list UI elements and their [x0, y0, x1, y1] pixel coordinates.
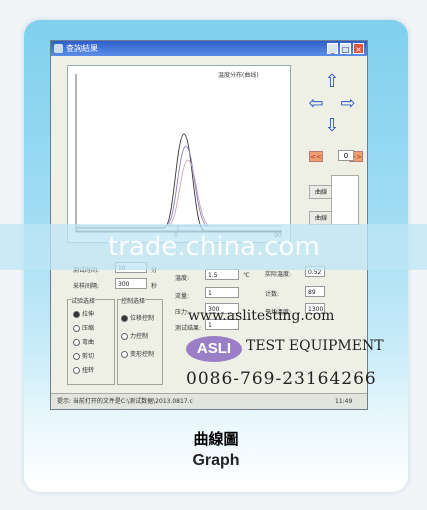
- test-type-title: 试验选择: [71, 296, 96, 305]
- status-text: 提示: 当前打开的文件是C:\测试数据\2013.0817.c: [57, 398, 193, 405]
- minimize-button[interactable]: _: [327, 43, 338, 54]
- param-field-2[interactable]: 300: [115, 278, 147, 289]
- control-type-group: [117, 299, 163, 385]
- caption-chinese: 曲線圖: [193, 430, 239, 448]
- radio-control-1[interactable]: 位移控制: [121, 313, 154, 322]
- speed-value: 0: [338, 150, 354, 161]
- radio-test-1[interactable]: 拉伸: [73, 309, 94, 318]
- app-icon: [54, 44, 63, 53]
- reading-label-1: 实际温度:: [265, 271, 292, 278]
- radio-control-3[interactable]: 变形控制: [121, 349, 154, 358]
- reading-field-2: 89: [305, 286, 325, 297]
- curve-outer: [76, 133, 282, 232]
- radio-test-2[interactable]: 压缩: [73, 323, 94, 332]
- param-label-2: 采样间隔:: [73, 283, 100, 290]
- status-bar: 提示: 当前打开的文件是C:\测试数据\2013.0817.c 11:49: [51, 393, 367, 409]
- close-button[interactable]: ×: [353, 43, 364, 54]
- radio-test-4[interactable]: 剪切: [73, 351, 94, 360]
- pressure-label: 压力:: [175, 309, 190, 316]
- control-type-title: 控制选择: [121, 296, 146, 305]
- maximize-button[interactable]: □: [340, 43, 351, 54]
- arrow-right-icon[interactable]: ⇨: [339, 93, 357, 114]
- graph-button-2[interactable]: 曲線: [309, 211, 333, 225]
- flow-field[interactable]: 1: [205, 287, 239, 298]
- arrow-down-icon[interactable]: ⇩: [323, 115, 341, 136]
- radio-control-2[interactable]: 力控制: [121, 331, 148, 340]
- graph-button-1[interactable]: 曲線: [309, 185, 333, 199]
- caption-english: Graph: [192, 452, 240, 469]
- company-logo: ASLI: [186, 336, 242, 362]
- param-unit-2: 秒: [151, 283, 158, 290]
- status-time: 11:49: [335, 398, 353, 405]
- speed-decrease-button[interactable]: <<: [309, 151, 323, 162]
- curve-middle: [76, 145, 282, 227]
- reading-label-2: 计数:: [265, 291, 280, 298]
- result-label: 测试结果:: [175, 325, 202, 332]
- window-title: 查詢結果: [66, 44, 98, 53]
- preview-box: [331, 175, 359, 225]
- company-url: www.aslitesting.com: [188, 308, 335, 324]
- radio-test-5[interactable]: 扭转: [73, 365, 94, 374]
- radio-test-3[interactable]: 弯曲: [73, 337, 94, 346]
- temp-field[interactable]: 1.5: [205, 269, 239, 280]
- flow-label: 流量:: [175, 293, 190, 300]
- company-brand: TEST EQUIPMENT: [246, 338, 384, 354]
- graph-svg: [75, 74, 282, 233]
- graph-title: 温度分布(曲线): [218, 72, 259, 79]
- temperature-graph: 温度分布(曲线) 0 90: [67, 65, 291, 243]
- title-bar: 查詢結果 _ □ ×: [51, 41, 367, 56]
- watermark-text: trade.china.com: [108, 232, 320, 262]
- temp-unit: ℃: [243, 272, 250, 279]
- temp-label: 温度:: [175, 275, 190, 282]
- arrow-left-icon[interactable]: ⇦: [307, 93, 325, 114]
- arrow-up-icon[interactable]: ⇧: [323, 71, 341, 92]
- company-phone: 0086-769-23164266: [186, 369, 377, 389]
